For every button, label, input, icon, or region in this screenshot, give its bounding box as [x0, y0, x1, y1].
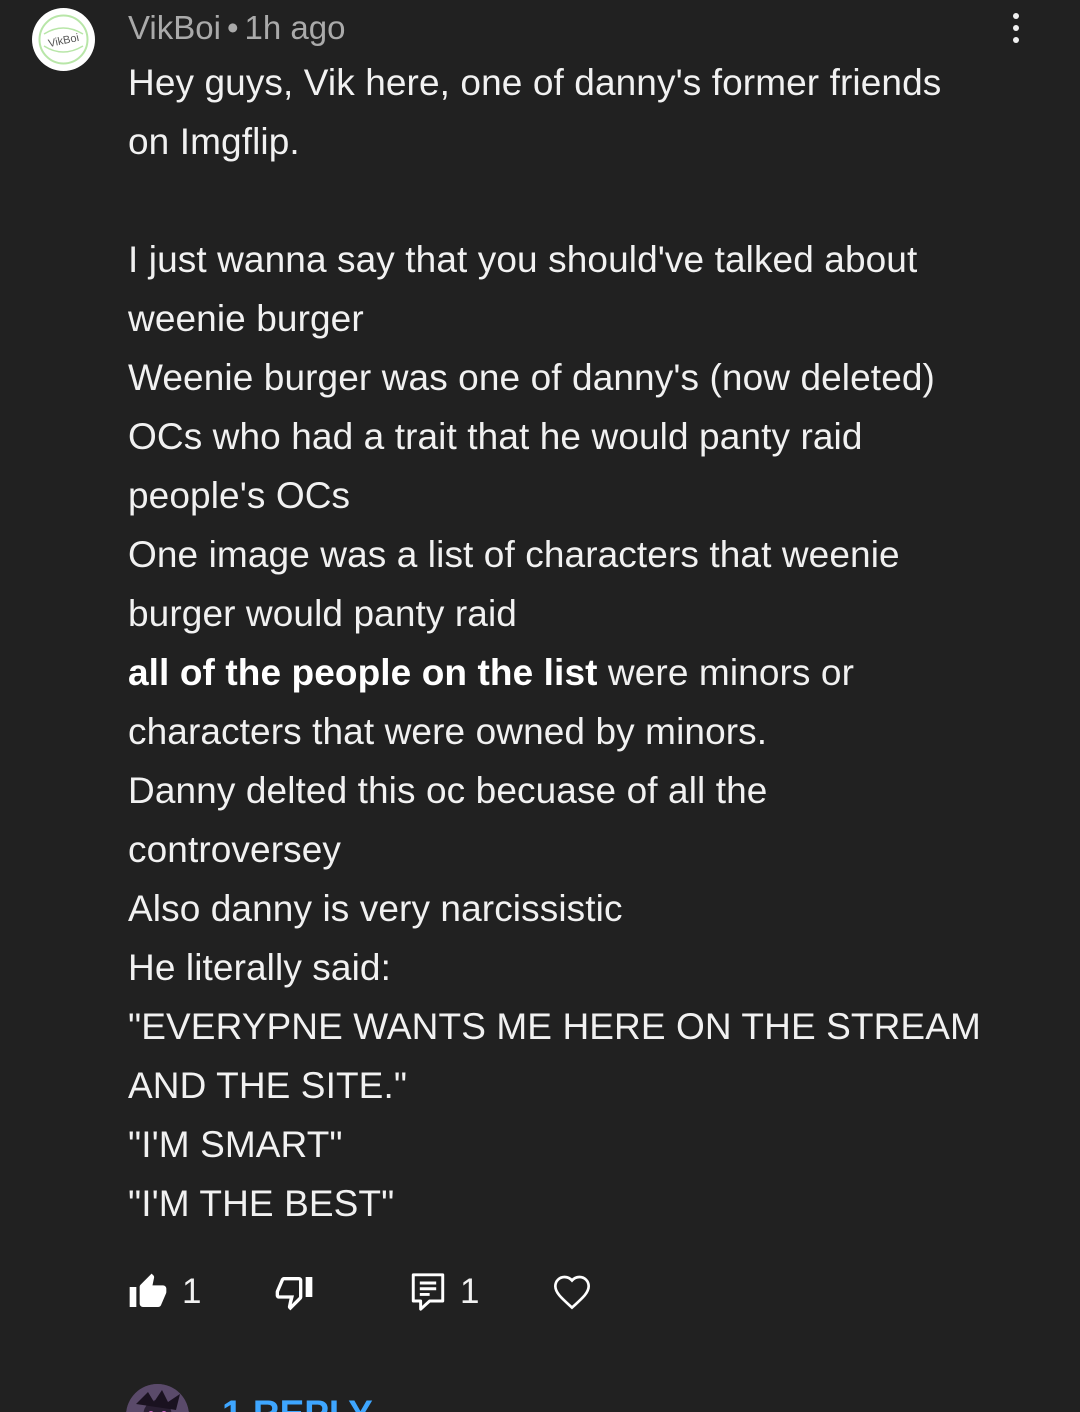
comment-actions: 1 1: [128, 1264, 728, 1320]
avatar-logo-icon: VikBoi: [34, 10, 93, 69]
comment-line: "I'M SMART": [128, 1124, 343, 1165]
comment-line: weenie burger: [128, 298, 364, 339]
comment-line: characters that were owned by minors.: [128, 711, 768, 752]
comment-header: VikBoi • 1h ago: [128, 6, 345, 50]
comment-line: burger would panty raid: [128, 593, 517, 634]
more-vert-icon: [1013, 13, 1019, 19]
comment-line: Danny delted this oc becuase of all the: [128, 770, 768, 811]
comment-line: Also danny is very narcissistic: [128, 888, 623, 929]
like-button[interactable]: 1: [128, 1264, 201, 1320]
comment-line: Weenie burger was one of danny's (now de…: [128, 357, 935, 398]
comment-line: He literally said:: [128, 947, 391, 988]
comment-line: AND THE SITE.": [128, 1065, 408, 1106]
dislike-button[interactable]: [274, 1264, 314, 1320]
like-count: 1: [182, 1272, 202, 1311]
more-vert-icon-dot: [1013, 37, 1019, 43]
reply-avatar-image-icon: [126, 1384, 189, 1412]
thumbs-up-icon: [129, 1273, 167, 1307]
heart-icon: [553, 1275, 591, 1310]
bold-text: all of the people on the list: [128, 652, 598, 693]
view-replies-link[interactable]: 1 REPLY: [222, 1392, 373, 1412]
reply-count: 1: [460, 1272, 480, 1311]
comment-line: "EVERYPNE WANTS ME HERE ON THE STREAM: [128, 1006, 981, 1047]
more-vert-icon-dot: [1013, 25, 1019, 31]
comment-screen: VikBoi VikBoi • 1h ago Hey guys, Vik here,…: [0, 0, 1080, 1412]
comment-line: people's OCs: [128, 475, 351, 516]
comment-line: all of the people on the list were minor…: [128, 652, 854, 693]
heart-button[interactable]: [552, 1264, 592, 1320]
comment-line: controversey: [128, 829, 342, 870]
comment-time: 1h ago: [244, 9, 346, 46]
more-options-button[interactable]: [996, 8, 1036, 48]
header-separator: •: [226, 9, 239, 46]
comment-line: "I'M THE BEST": [128, 1183, 395, 1224]
thumbs-down-icon: [275, 1277, 313, 1311]
comment-blank-line: [128, 171, 1028, 230]
comment-line: One image was a list of characters that …: [128, 534, 900, 575]
comment-icon: [411, 1273, 445, 1311]
comment-line: on Imgflip.: [128, 121, 300, 162]
comment-line: Hey guys, Vik here, one of danny's forme…: [128, 62, 942, 103]
author-name[interactable]: VikBoi: [128, 9, 221, 46]
reply-button[interactable]: 1: [410, 1264, 479, 1320]
comment-line: I just wanna say that you should've talk…: [128, 239, 918, 280]
author-avatar[interactable]: VikBoi: [32, 8, 95, 71]
comment-body: Hey guys, Vik here, one of danny's forme…: [128, 53, 1028, 1233]
reply-author-avatar[interactable]: [126, 1384, 189, 1412]
comment-line: OCs who had a trait that he would panty …: [128, 416, 863, 457]
